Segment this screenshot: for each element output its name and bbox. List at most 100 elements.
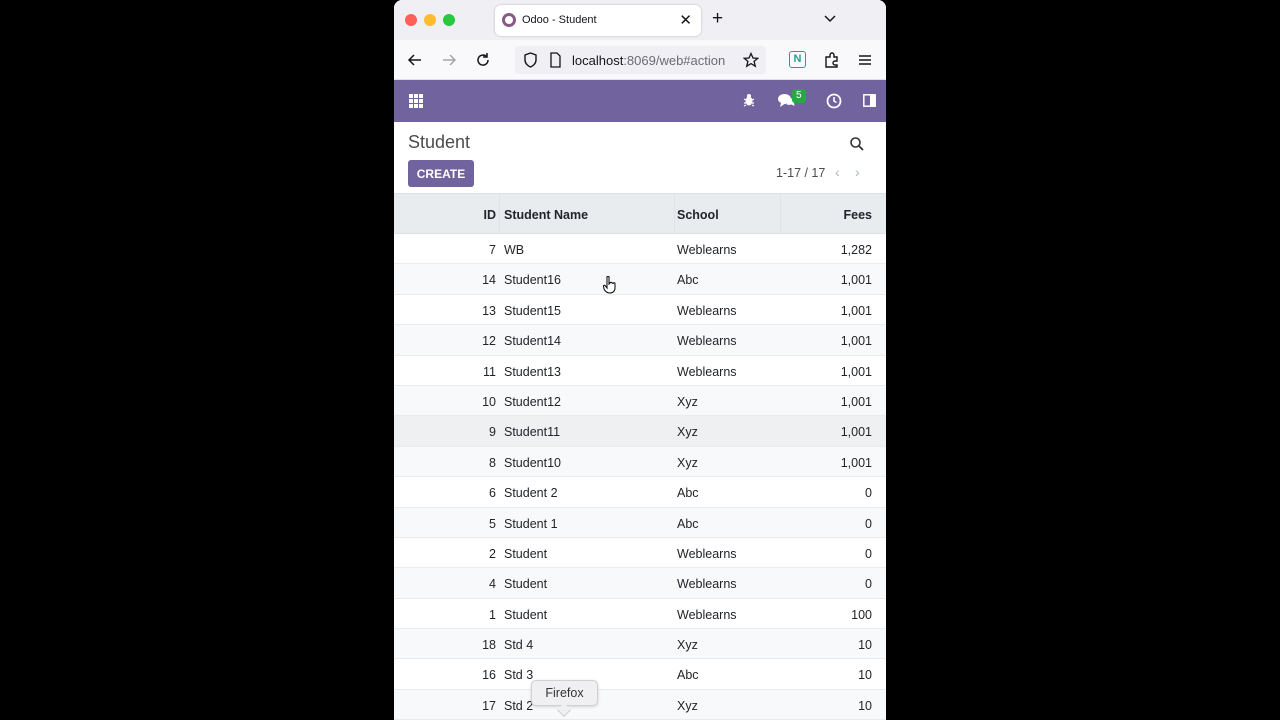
cell-fees: 1,001 — [840, 334, 872, 349]
list-tabs-chevron-down-icon[interactable] — [822, 10, 838, 26]
cell-school: Xyz — [677, 425, 698, 440]
apps-menu-grid-icon[interactable] — [409, 94, 423, 108]
cell-id: 4 — [489, 577, 496, 592]
pager-previous-chevron-icon[interactable]: ‹ — [835, 164, 840, 180]
cell-student-name: Student — [504, 607, 548, 622]
search-icon[interactable] — [849, 136, 865, 152]
sidebar-toggle-icon[interactable] — [863, 94, 876, 107]
table-row[interactable]: 8 Student10 Xyz 1,001 — [394, 446, 886, 478]
cell-student-name: Student16 — [504, 273, 561, 288]
cell-student-name: Student — [504, 546, 548, 561]
table-row[interactable]: 16 Std 3 Abc 10 — [394, 659, 886, 690]
cell-fees: 1,001 — [840, 273, 872, 288]
firefox-tooltip: Firefox — [531, 680, 598, 706]
cell-fees: 0 — [865, 486, 872, 501]
minimize-window-button[interactable] — [424, 14, 436, 26]
tracking-protection-shield-icon[interactable] — [523, 52, 538, 68]
odoo-favicon-icon — [502, 13, 516, 27]
table-row[interactable]: 14 Student16 Abc 1,001 — [394, 264, 886, 295]
cell-id: 18 — [482, 638, 496, 653]
url-text[interactable]: localhost:8069/web#action — [572, 53, 737, 68]
cell-student-name: Student 1 — [504, 516, 558, 531]
column-separator[interactable] — [499, 194, 500, 234]
tab-title: Odoo - Student — [522, 14, 597, 26]
cell-student-name: Student13 — [504, 364, 561, 379]
column-header-fees[interactable]: Fees — [844, 208, 873, 222]
table-header-row: ID Student Name School Fees — [394, 193, 886, 234]
table-row[interactable]: 6 Student 2 Abc 0 — [394, 477, 886, 508]
cell-id: 6 — [489, 486, 496, 501]
notion-extension-icon[interactable]: N — [789, 51, 806, 68]
column-header-student-name[interactable]: Student Name — [504, 208, 588, 222]
table-row[interactable]: 17 Std 2 Xyz 10 — [394, 689, 886, 720]
cell-student-name: Student — [504, 577, 548, 592]
cell-fees: 1,001 — [840, 425, 872, 440]
table-row[interactable]: 7 WB Weblearns 1,282 — [394, 234, 886, 265]
cell-id: 16 — [482, 668, 496, 683]
pager-next-chevron-icon[interactable]: › — [855, 164, 860, 180]
tab-close-icon[interactable]: ✕ — [679, 11, 692, 29]
extensions-puzzle-icon[interactable] — [822, 50, 842, 70]
table-row[interactable]: 4 Student Weblearns 0 — [394, 568, 886, 599]
cell-school: Weblearns — [677, 334, 737, 349]
create-button[interactable]: CREATE — [408, 160, 474, 187]
close-window-button[interactable] — [405, 14, 417, 26]
cell-school: Weblearns — [677, 303, 737, 318]
table-row[interactable]: 11 Student13 Weblearns 1,001 — [394, 356, 886, 386]
column-header-id[interactable]: ID — [484, 208, 497, 222]
activities-clock-icon[interactable] — [826, 93, 842, 109]
cell-school: Weblearns — [677, 607, 737, 622]
cell-school: Xyz — [677, 455, 698, 470]
cell-school: Xyz — [677, 394, 698, 409]
bookmark-star-icon[interactable] — [743, 52, 759, 68]
cell-fees: 0 — [865, 577, 872, 592]
column-separator[interactable] — [780, 194, 781, 234]
cell-student-name: Student14 — [504, 334, 561, 349]
table-row[interactable]: 9 Student11 Xyz 1,001 — [394, 416, 886, 447]
cell-fees: 1,001 — [840, 303, 872, 318]
cell-id: 17 — [482, 698, 496, 713]
tab-bar: Odoo - Student ✕ + — [394, 0, 886, 40]
cell-student-name: WB — [504, 243, 525, 257]
cell-id: 12 — [482, 334, 496, 349]
page-title: Student — [408, 132, 471, 152]
cell-id: 10 — [482, 394, 496, 409]
menu-hamburger-icon[interactable] — [855, 50, 875, 70]
forward-arrow-icon[interactable] — [439, 50, 459, 70]
cell-student-name: Student11 — [504, 425, 561, 440]
cell-school: Weblearns — [677, 243, 737, 257]
cell-school: Abc — [677, 273, 699, 288]
table-row[interactable]: 10 Student12 Xyz 1,001 — [394, 385, 886, 417]
url-bar[interactable]: localhost:8069/web#action — [515, 46, 766, 74]
column-separator[interactable] — [674, 194, 675, 234]
table-row[interactable]: 18 Std 4 Xyz 10 — [394, 629, 886, 660]
cell-fees: 10 — [858, 638, 872, 653]
table-row[interactable]: 2 Student Weblearns 0 — [394, 538, 886, 569]
cell-student-name: Std 3 — [504, 668, 534, 683]
table-row[interactable]: 13 Student15 Weblearns 1,001 — [394, 295, 886, 326]
tab-odoo-student[interactable]: Odoo - Student ✕ — [495, 5, 701, 36]
reload-icon[interactable] — [473, 50, 493, 70]
cell-student-name: Student10 — [504, 455, 561, 470]
cell-student-name: Student12 — [504, 394, 561, 409]
cell-id: 13 — [482, 303, 496, 318]
cell-id: 14 — [482, 273, 496, 288]
pager-value[interactable]: 1-17 / 17 — [776, 166, 825, 180]
cell-student-name: Std 4 — [504, 638, 534, 653]
cell-fees: 0 — [865, 546, 872, 561]
url-host: localhost — [572, 53, 624, 68]
cell-fees: 10 — [858, 668, 872, 683]
cell-id: 8 — [489, 455, 496, 470]
cell-id: 9 — [489, 425, 496, 440]
table-row[interactable]: 1 Student Weblearns 100 — [394, 599, 886, 630]
column-header-school[interactable]: School — [677, 208, 719, 222]
navigation-toolbar: localhost:8069/web#action N — [394, 40, 886, 80]
back-arrow-icon[interactable] — [405, 50, 425, 70]
table-row[interactable]: 5 Student 1 Abc 0 — [394, 507, 886, 538]
cell-id: 1 — [489, 607, 496, 622]
page-info-icon[interactable] — [549, 52, 562, 68]
maximize-window-button[interactable] — [443, 14, 455, 26]
debug-bug-icon[interactable] — [743, 93, 755, 107]
new-tab-button[interactable]: + — [712, 9, 723, 29]
table-row[interactable]: 12 Student14 Weblearns 1,001 — [394, 325, 886, 356]
